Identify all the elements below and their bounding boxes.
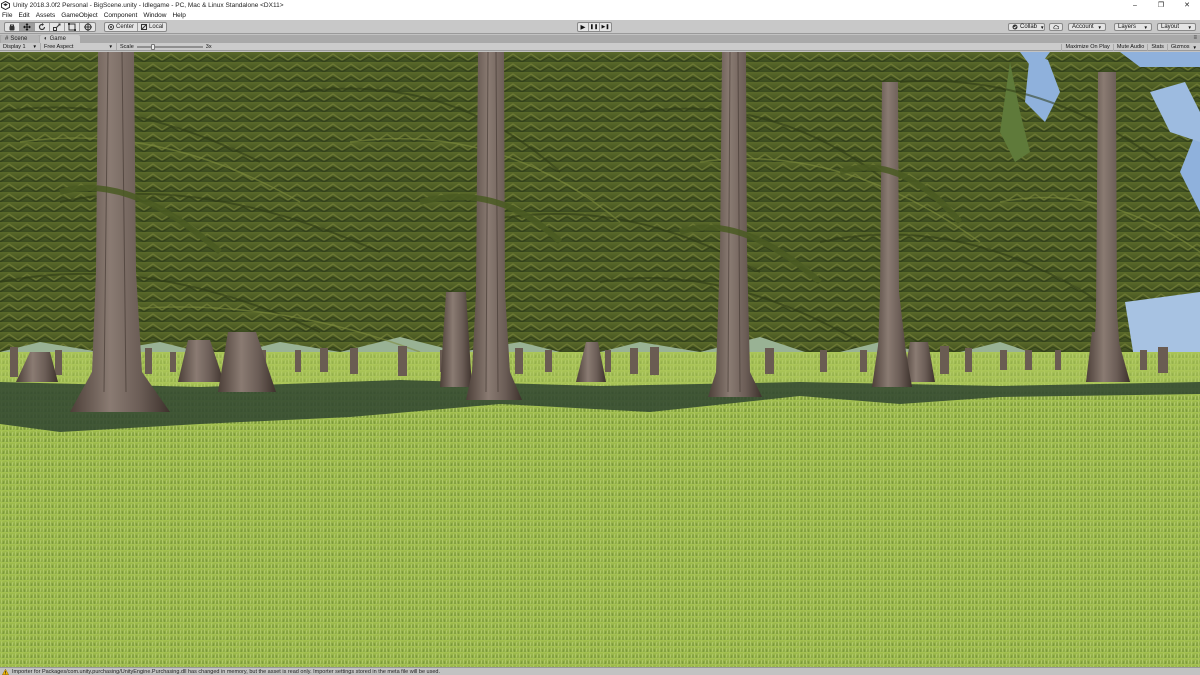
close-button[interactable]: ✕ (1174, 0, 1200, 11)
scale-slider-thumb[interactable] (150, 44, 155, 50)
cloud-button[interactable] (1049, 23, 1063, 31)
layout-label: Layout (1161, 24, 1180, 30)
rect-tool-button[interactable] (65, 23, 80, 31)
rect-tool-icon (68, 23, 76, 31)
scene-icon: # (5, 36, 9, 42)
scale-control: Scale 3x (120, 43, 212, 51)
scale-tool-button[interactable] (50, 23, 65, 31)
transform-icon (83, 23, 92, 31)
aspect-label: Free Aspect (44, 43, 74, 50)
tab-menu-icon[interactable]: ≡ (1193, 35, 1197, 41)
playback-controls: ▶ ❚❚ ▶❚ (577, 22, 612, 32)
chevron-down-icon: ▼ (1143, 24, 1148, 30)
pivot-local-toggle[interactable]: Local (138, 23, 166, 31)
layers-dropdown[interactable]: Layers ▼ (1114, 23, 1152, 31)
stats-toggle[interactable]: Stats (1147, 43, 1167, 51)
scale-slider[interactable] (136, 44, 203, 50)
aspect-dropdown[interactable]: Free Aspect ▼ (41, 43, 117, 50)
chevron-down-icon: ▼ (1192, 44, 1197, 50)
play-button[interactable]: ▶ (578, 23, 589, 31)
account-label: Account (1072, 24, 1094, 30)
game-viewport[interactable] (0, 52, 1200, 667)
scale-value: 3x (205, 44, 212, 50)
menu-component[interactable]: Component (104, 12, 138, 19)
maximize-on-play-toggle[interactable]: Maximize On Play (1061, 43, 1112, 51)
menu-gameobject[interactable]: GameObject (61, 12, 98, 19)
unity-icon (1, 1, 10, 10)
chevron-down-icon: ▼ (32, 44, 37, 49)
pivot-center-label: Center (116, 24, 135, 30)
minimize-button[interactable]: – (1122, 0, 1148, 11)
pivot-center-toggle[interactable]: Center (105, 23, 139, 31)
layout-dropdown[interactable]: Layout ▼ (1157, 23, 1196, 31)
move-icon (23, 23, 31, 31)
cloud-icon (1053, 25, 1059, 30)
forest-scene (0, 52, 1200, 667)
menu-window[interactable]: Window (143, 12, 166, 19)
transform-tools (4, 22, 96, 32)
window-title: Unity 2018.3.0f2 Personal - BigScene.uni… (13, 2, 284, 9)
warning-icon (2, 668, 9, 675)
scale-label: Scale (120, 44, 134, 50)
gizmos-dropdown[interactable]: Gizmos ▼ (1166, 43, 1200, 51)
transform-tool-button[interactable] (80, 23, 95, 31)
rotate-tool-button[interactable] (35, 23, 50, 31)
game-icon: ◐ (44, 36, 48, 42)
pause-button[interactable]: ❚❚ (589, 23, 600, 31)
game-view-toolbar: Display 1 ▼ Free Aspect ▼ Scale 3x Maxim… (0, 43, 1200, 51)
menu-edit[interactable]: Edit (18, 12, 29, 19)
status-bar[interactable]: Importer for Packages/com.unity.purchasi… (0, 667, 1200, 675)
account-dropdown[interactable]: Account ▼ (1068, 23, 1106, 31)
tab-scene[interactable]: # Scene (1, 35, 39, 43)
tab-scene-label: Scene (10, 36, 28, 42)
hand-tool-button[interactable] (5, 23, 20, 31)
gizmos-label: Gizmos (1170, 44, 1190, 50)
move-tool-button[interactable] (20, 23, 35, 31)
toolbar: Center Local ▶ ❚❚ ▶❚ Collab ▼ Account ▼ … (0, 20, 1200, 34)
chevron-down-icon: ▼ (1097, 24, 1102, 30)
pivot-controls: Center Local (104, 22, 168, 32)
menu-bar: File Edit Assets GameObject Component Wi… (0, 11, 1200, 20)
local-space-icon (141, 24, 148, 30)
view-tabs: # Scene ◐ Game ≡ (0, 35, 1200, 43)
status-message: Importer for Packages/com.unity.purchasi… (12, 668, 440, 675)
collab-dropdown[interactable]: Collab ▼ (1008, 23, 1045, 31)
chevron-down-icon: ▼ (1040, 24, 1045, 30)
tab-game[interactable]: ◐ Game (40, 35, 80, 43)
menu-assets[interactable]: Assets (36, 12, 56, 19)
mute-audio-toggle[interactable]: Mute Audio (1112, 43, 1148, 51)
tab-game-label: Game (49, 36, 66, 42)
step-button[interactable]: ▶❚ (600, 23, 611, 31)
display-label: Display 1 (3, 43, 26, 50)
collab-label: Collab (1020, 24, 1038, 30)
chevron-down-icon: ▼ (1187, 24, 1192, 30)
collab-icon (1012, 24, 1018, 30)
menu-file[interactable]: File (2, 12, 12, 19)
pivot-icon (108, 24, 114, 30)
title-bar: Unity 2018.3.0f2 Personal - BigScene.uni… (0, 0, 1200, 11)
maximize-button[interactable]: ❐ (1148, 0, 1174, 11)
menu-help[interactable]: Help (172, 12, 185, 19)
rotate-icon (38, 23, 46, 31)
display-dropdown[interactable]: Display 1 ▼ (0, 43, 41, 50)
layers-label: Layers (1118, 24, 1137, 30)
chevron-down-icon: ▼ (108, 44, 113, 49)
pivot-local-label: Local (149, 24, 164, 30)
scale-icon (53, 23, 61, 31)
hand-icon (9, 23, 15, 30)
